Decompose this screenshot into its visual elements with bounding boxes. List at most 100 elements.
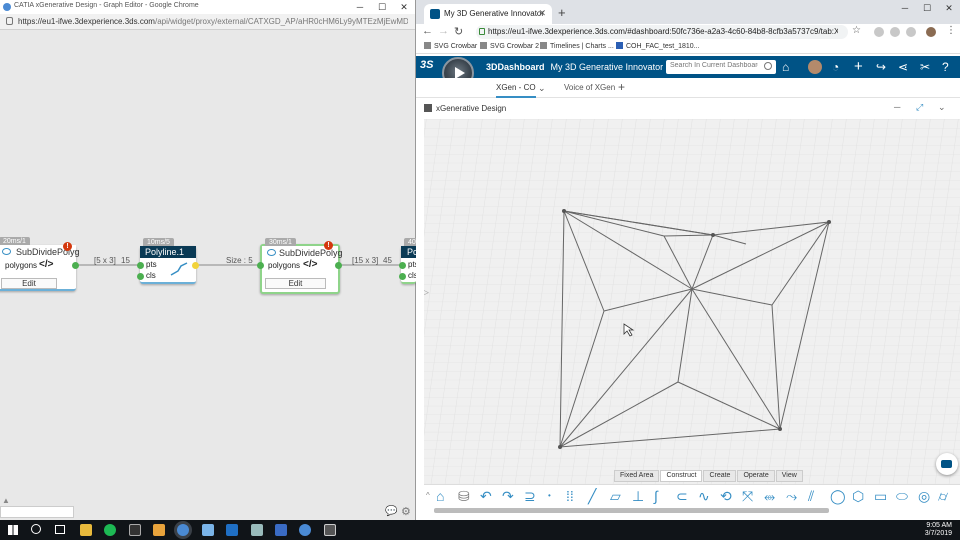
search-icon[interactable]: [31, 524, 41, 534]
network-icon[interactable]: ⋖: [898, 60, 908, 74]
menu-icon[interactable]: ⋮: [946, 25, 956, 36]
output-port[interactable]: [192, 262, 199, 269]
r-icon[interactable]: [275, 524, 287, 536]
star-icon[interactable]: ☆: [852, 25, 861, 36]
search-icon[interactable]: [764, 62, 772, 70]
avatar[interactable]: [808, 60, 822, 74]
tag-icon[interactable]: ⌂: [782, 60, 789, 74]
spline-icon[interactable]: ∿: [698, 487, 710, 505]
surface-icon[interactable]: ⟲: [720, 487, 732, 505]
dashboard-name[interactable]: My 3D Generative Innovator: [551, 62, 664, 72]
chevron-up-icon[interactable]: ^: [426, 487, 430, 505]
chrome-icon[interactable]: [299, 524, 311, 536]
action-tab-create[interactable]: Create: [703, 470, 737, 482]
compass-small-icon[interactable]: ◔: [832, 60, 839, 74]
forward-icon[interactable]: →: [438, 25, 449, 37]
input-port[interactable]: [137, 262, 144, 269]
app-icon[interactable]: [251, 524, 263, 536]
file-explorer-icon[interactable]: [80, 524, 92, 536]
polyline-node[interactable]: 10ms/5 Polyline.1 pts cls: [140, 238, 196, 284]
tab-voice-of-xgen[interactable]: Voice of XGen: [564, 83, 615, 92]
point-icon[interactable]: •: [548, 487, 551, 505]
tools-icon[interactable]: ✂: [920, 60, 930, 74]
input-port[interactable]: [137, 273, 144, 280]
extension-icon[interactable]: [874, 27, 884, 37]
warning-icon[interactable]: !: [63, 242, 72, 251]
lines-icon[interactable]: ⫽: [808, 487, 814, 505]
home-icon[interactable]: ⌂: [436, 487, 444, 505]
input-port[interactable]: [399, 273, 406, 280]
browser-tab[interactable]: My 3D Generative Innovator ✕: [424, 4, 552, 24]
3d-viewport[interactable]: ▷: [424, 119, 960, 484]
system-clock[interactable]: 9:05 AM 3/7/2019: [925, 522, 952, 538]
maximize-widget-icon[interactable]: ⤢: [916, 102, 923, 113]
action-tab-construct[interactable]: Construct: [660, 470, 703, 482]
output-port[interactable]: [335, 262, 342, 269]
code-icon[interactable]: </>: [303, 259, 317, 270]
back-icon[interactable]: ←: [422, 25, 433, 37]
spotify-icon[interactable]: [104, 524, 116, 536]
subdivide-node-2[interactable]: 30ms/1 SubDividePolyg polygons </> Edit: [260, 238, 343, 294]
undo-icon[interactable]: ↶: [480, 487, 492, 505]
app-icon[interactable]: [324, 524, 336, 536]
polygon-icon[interactable]: ⬡: [852, 487, 864, 505]
bookmark-item[interactable]: SVG Crowbar: [424, 42, 477, 50]
settings-icon[interactable]: ⚙: [401, 505, 411, 518]
code-icon[interactable]: </>: [39, 259, 53, 270]
warning-icon[interactable]: !: [324, 241, 333, 250]
profile-icon[interactable]: [926, 27, 936, 37]
minimize-button[interactable]: ─: [894, 0, 916, 14]
app-icon[interactable]: [202, 524, 214, 536]
blend-icon[interactable]: ⤳: [786, 487, 797, 505]
app-icon[interactable]: [129, 524, 141, 536]
tab-xgen-co[interactable]: XGen - CO: [496, 83, 536, 98]
toolbar-scrollbar[interactable]: [434, 508, 829, 513]
bookmark-item[interactable]: Timelines | Charts ...: [540, 42, 614, 50]
close-button[interactable]: ✕: [938, 0, 960, 14]
sublime-icon[interactable]: [153, 524, 165, 536]
action-tab-fixed-area[interactable]: Fixed Area: [614, 470, 660, 482]
chrome-icon[interactable]: [177, 524, 189, 536]
add-icon[interactable]: +: [854, 59, 863, 74]
chevron-down-icon[interactable]: ⌄: [538, 83, 546, 94]
outlook-icon[interactable]: [226, 524, 238, 536]
extension-icon[interactable]: [890, 27, 900, 37]
input-port[interactable]: [399, 262, 406, 269]
axis-icon[interactable]: ⊥: [632, 487, 644, 505]
edit-button[interactable]: Edit: [1, 278, 57, 289]
bottom-input[interactable]: [0, 506, 74, 518]
maximize-button[interactable]: ☐: [916, 0, 938, 14]
spiral-icon[interactable]: ◎: [918, 487, 930, 505]
extension-icon[interactable]: [906, 27, 916, 37]
line-icon[interactable]: ╱: [588, 487, 596, 505]
new-tab-button[interactable]: +: [558, 5, 566, 20]
reload-icon[interactable]: ↻: [454, 25, 463, 38]
bookmark-item[interactable]: SVG Crowbar 2: [480, 42, 539, 50]
plane-icon[interactable]: ▱: [610, 487, 621, 505]
output-port[interactable]: [72, 262, 79, 269]
minimize-widget-icon[interactable]: ─: [894, 102, 900, 112]
edit-button[interactable]: Edit: [265, 278, 326, 289]
dashboard-search[interactable]: [666, 60, 776, 74]
cylinder-icon[interactable]: ⌭: [938, 487, 948, 505]
rectangle-icon[interactable]: ▭: [874, 487, 887, 505]
chat-bubble-icon[interactable]: [936, 453, 958, 475]
action-tab-operate[interactable]: Operate: [737, 470, 775, 482]
redo-icon[interactable]: ↷: [502, 487, 514, 505]
search-input[interactable]: [670, 62, 758, 69]
close-tab-icon[interactable]: ✕: [538, 8, 546, 19]
address-bar[interactable]: https://eu1-ifwe.3dexperience.3ds.com/#d…: [476, 25, 848, 39]
update-icon[interactable]: ⊇: [524, 487, 536, 505]
ellipse-icon[interactable]: ⬭: [896, 487, 908, 505]
bookmark-item[interactable]: COH_FAC_test_1810...: [616, 42, 700, 50]
subdivide-node-1[interactable]: 20ms/1 SubDividePolyg polygons </> Edit: [0, 237, 80, 291]
side-panel-toggle-icon[interactable]: ▷: [424, 287, 429, 298]
expand-icon[interactable]: ▲: [2, 496, 10, 505]
task-view-icon[interactable]: [55, 525, 65, 534]
loft-icon[interactable]: ⥈: [764, 487, 775, 505]
curve-icon[interactable]: ∫: [654, 487, 658, 505]
chevron-down-icon[interactable]: ⌄: [938, 102, 946, 113]
input-port[interactable]: [257, 262, 264, 269]
points-grid-icon[interactable]: ⁞⁞: [566, 487, 574, 505]
comment-icon[interactable]: 💬: [385, 506, 397, 517]
